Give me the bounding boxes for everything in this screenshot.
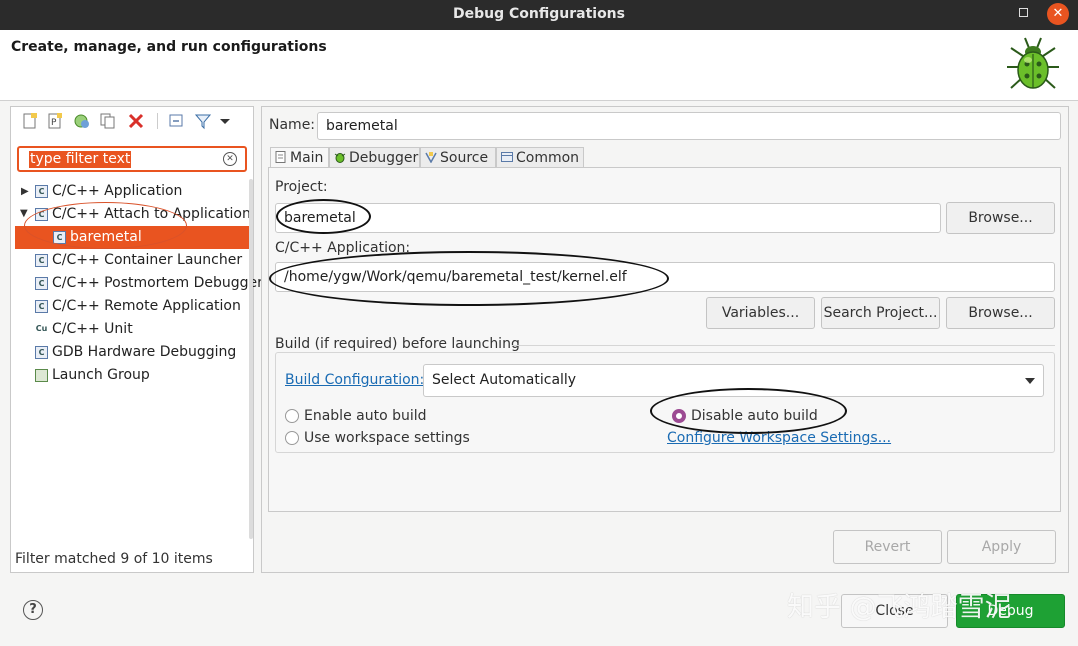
filter-icon[interactable] (194, 112, 212, 130)
build-configuration-value: Select Automatically (432, 372, 577, 388)
dialog-header: Create, manage, and run configurations (0, 30, 1078, 101)
bug-icon (1007, 37, 1059, 89)
app-path-ellipse-annotation (269, 251, 669, 306)
tab-source[interactable]: Source (420, 147, 496, 168)
use-workspace-settings-label: Use workspace settings (304, 430, 470, 446)
disable-auto-build-ellipse-annotation (650, 388, 847, 434)
use-workspace-settings-radio[interactable] (285, 431, 299, 445)
revert-button[interactable]: Revert (833, 530, 942, 564)
filter-status: Filter matched 9 of 10 items (15, 551, 213, 567)
tree-item-launch-group[interactable]: Launch Group (35, 364, 150, 387)
enable-auto-build-radio[interactable] (285, 409, 299, 423)
project-input[interactable]: baremetal (275, 203, 941, 233)
tab-label: Source (440, 150, 489, 166)
filter-input[interactable]: type filter text ✕ (17, 146, 247, 172)
c-config-icon: C (35, 299, 48, 313)
tab-common[interactable]: Common (496, 147, 584, 168)
watermark: 知乎 @飞鸿踏雪泥 (787, 592, 1012, 623)
red-ellipse-annotation (24, 202, 187, 249)
toolbar-separator (157, 113, 158, 129)
tree-item-label: C/C++ Container Launcher (52, 252, 243, 268)
c-config-icon: C (35, 253, 48, 267)
c-config-icon: C (35, 345, 48, 359)
new-prototype-icon[interactable]: P (46, 112, 64, 130)
duplicate-config-icon[interactable] (99, 112, 117, 130)
expand-arrow-icon[interactable]: ▶ (21, 186, 29, 197)
collapse-arrow-icon[interactable]: ▼ (20, 208, 28, 219)
project-label: Project: (275, 179, 328, 195)
enable-auto-build-label: Enable auto build (304, 408, 427, 424)
tab-label: Common (516, 150, 580, 166)
search-project-button[interactable]: Search Project... (821, 297, 940, 329)
debugger-bug-icon (334, 153, 346, 163)
tree-item-postmortem[interactable]: C C/C++ Postmortem Debugger (35, 272, 263, 295)
tree-item-remote[interactable]: C C/C++ Remote Application (35, 295, 241, 318)
c-unit-icon: Cu (35, 323, 48, 333)
tree-item-unit[interactable]: Cu C/C++ Unit (35, 318, 133, 341)
window-title: Debug Configurations (453, 6, 625, 22)
tree-item-c-application[interactable]: C C/C++ Application (35, 180, 182, 203)
project-ellipse-annotation (276, 199, 371, 234)
launch-group-icon (35, 368, 48, 382)
tree-scrollbar[interactable] (249, 179, 253, 539)
source-icon (425, 152, 437, 163)
tab-label: Main (290, 150, 324, 166)
tree-item-container-launcher[interactable]: C C/C++ Container Launcher (35, 249, 242, 272)
filter-placeholder: type filter text (29, 151, 132, 168)
c-config-icon: C (35, 184, 48, 198)
tree-item-gdb-hardware[interactable]: C GDB Hardware Debugging (35, 341, 236, 364)
group-divider (512, 345, 1055, 346)
chevron-down-icon[interactable] (216, 112, 234, 130)
collapse-all-icon[interactable] (168, 112, 186, 130)
c-config-icon: C (35, 276, 48, 290)
name-label: Name: (269, 117, 316, 133)
configuration-list-panel: P type filter text ✕ ▶ C C/C++ Applicatio… (10, 106, 263, 573)
delete-config-icon[interactable] (127, 112, 145, 130)
build-configuration-link[interactable]: Build Configuration: (285, 372, 424, 388)
apply-button[interactable]: Apply (947, 530, 1056, 564)
help-icon[interactable]: ? (23, 600, 43, 620)
common-icon (501, 152, 513, 162)
tab-main[interactable]: Main (270, 147, 329, 168)
browse-project-button[interactable]: Browse... (946, 202, 1055, 234)
new-config-icon[interactable] (21, 112, 39, 130)
header-title: Create, manage, and run configurations (11, 39, 327, 55)
tab-label: Debugger (349, 150, 419, 166)
tree-item-label: C/C++ Unit (52, 321, 133, 337)
svg-text:P: P (51, 118, 57, 128)
tree-item-label: C/C++ Remote Application (52, 298, 241, 314)
close-icon: ✕ (1052, 6, 1064, 21)
tree-item-label: Launch Group (52, 367, 150, 383)
browse-app-button[interactable]: Browse... (946, 297, 1055, 329)
name-input[interactable]: baremetal (317, 112, 1061, 140)
main-tab-icon (275, 151, 286, 163)
variables-button[interactable]: Variables... (706, 297, 815, 329)
title-bar: Debug Configurations ✕ (0, 0, 1078, 30)
export-config-icon[interactable] (72, 112, 90, 130)
tree-item-label: C/C++ Postmortem Debugger (52, 275, 263, 291)
chevron-down-icon (1025, 378, 1035, 384)
close-window-button[interactable]: ✕ (1047, 3, 1069, 25)
clear-icon[interactable]: ✕ (223, 152, 237, 166)
tree-item-label: GDB Hardware Debugging (52, 344, 237, 360)
tab-debugger[interactable]: Debugger (329, 147, 420, 168)
tree-item-label: C/C++ Application (52, 183, 183, 199)
build-group-label: Build (if required) before launching (275, 336, 520, 352)
maximize-icon[interactable] (1019, 8, 1028, 17)
